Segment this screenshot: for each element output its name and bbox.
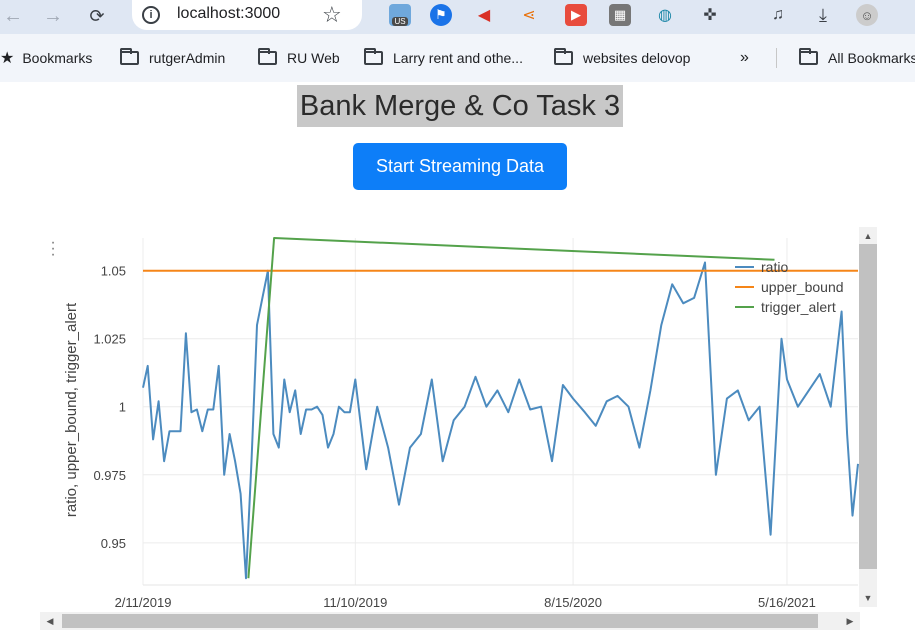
legend-item-ratio[interactable]: ratio (761, 259, 788, 275)
scroll-down-arrow-icon[interactable]: ▼ (859, 591, 877, 605)
y-tick-label: 1 (119, 400, 126, 415)
ratio-chart: 0.95 0.975 1 1.025 1.05 2/11/2019 11/10/2019 8… (63, 237, 859, 610)
horizontal-scrollbar-thumb[interactable] (62, 614, 818, 628)
legend-item-upper-bound[interactable]: upper_bound (761, 279, 844, 295)
x-tick-label: 2/11/2019 (115, 595, 172, 610)
chart-series (142, 237, 859, 580)
y-tick-label: 0.95 (101, 536, 126, 551)
y-tick-label: 0.975 (93, 468, 126, 483)
scroll-right-arrow-icon[interactable]: ▶ (842, 613, 858, 629)
x-tick-label: 5/16/2021 (758, 595, 816, 610)
series-line-trigger-alert (247, 237, 775, 579)
chart-legend: ratio upper_bound trigger_alert (735, 259, 844, 315)
browser-window: ← → ⟳ i localhost:3000 ☆ US ⚑ ◀ ⋖ ▶ ▦ ◍ … (0, 0, 915, 632)
chart-grid (142, 238, 858, 585)
y-tick-label: 1.05 (101, 264, 126, 279)
x-tick-label: 8/15/2020 (544, 595, 602, 610)
y-axis-label: ratio, upper_bound, trigger_alert (63, 302, 80, 517)
legend-item-trigger-alert[interactable]: trigger_alert (761, 299, 836, 315)
x-tick-label: 11/10/2019 (323, 595, 387, 610)
x-axis-ticks: 2/11/2019 11/10/2019 8/15/2020 5/16/2021 (115, 595, 816, 610)
vertical-scrollbar-thumb[interactable] (859, 244, 877, 569)
scroll-up-arrow-icon[interactable]: ▲ (859, 229, 877, 243)
y-tick-label: 1.025 (93, 332, 126, 347)
series-line-ratio (142, 261, 859, 580)
y-axis-ticks: 0.95 0.975 1 1.025 1.05 (93, 264, 126, 551)
scroll-left-arrow-icon[interactable]: ◀ (42, 613, 58, 629)
